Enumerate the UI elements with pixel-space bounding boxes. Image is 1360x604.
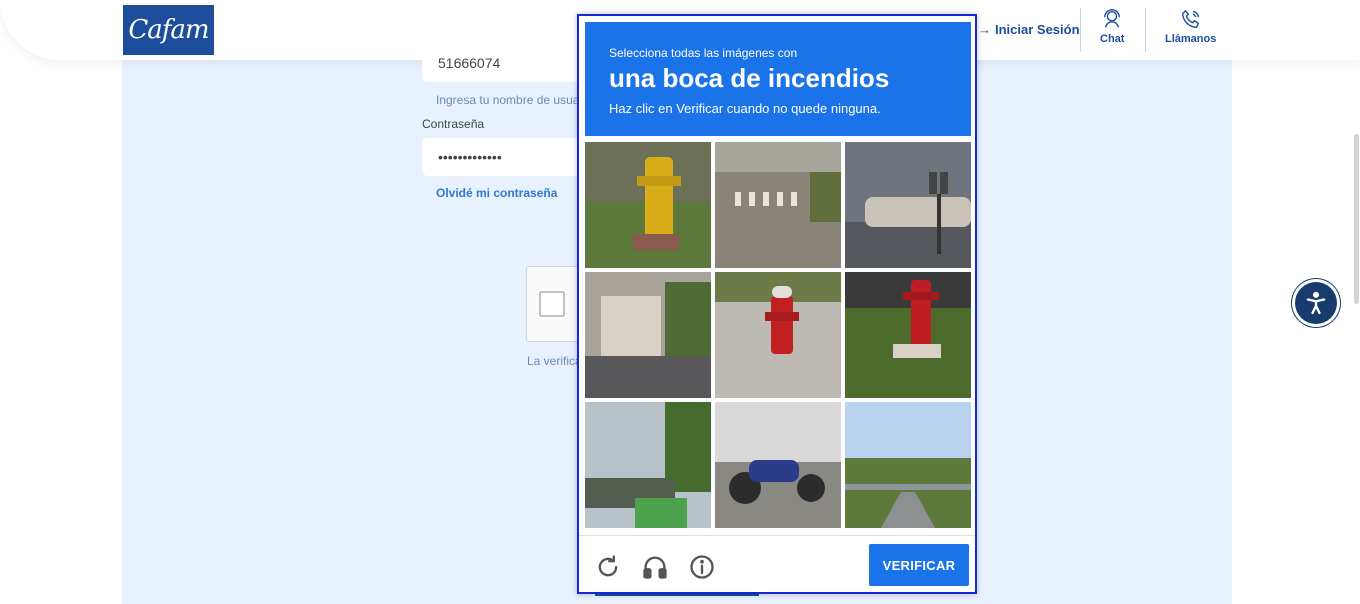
chat-button[interactable]: Chat xyxy=(1100,8,1124,45)
challenge-footer-divider xyxy=(579,535,975,536)
red-hydrant-grass-image xyxy=(845,272,971,398)
headphones-icon[interactable] xyxy=(641,553,669,581)
crosswalk-image xyxy=(715,142,841,268)
username-hint: Ingresa tu nombre de usua xyxy=(436,93,580,107)
info-icon[interactable] xyxy=(688,553,716,581)
call-button[interactable]: Llámanos xyxy=(1165,8,1216,45)
submit-underline xyxy=(595,594,759,596)
phone-icon xyxy=(1181,9,1199,28)
challenge-instruction-top: Selecciona todas las imágenes con xyxy=(609,46,798,60)
challenge-tile[interactable] xyxy=(715,272,841,398)
red-hydrant-sidewalk-image xyxy=(715,272,841,398)
recaptcha-checkbox[interactable] xyxy=(539,291,565,317)
header-divider xyxy=(1080,8,1081,52)
login-arrow-icon: → xyxy=(978,22,991,37)
forgot-password-link[interactable]: Olvidé mi contraseña xyxy=(436,186,557,200)
login-label: Iniciar Sesión xyxy=(995,22,1080,37)
challenge-tile[interactable] xyxy=(845,142,971,268)
motorcycle-image xyxy=(715,402,841,528)
accessibility-icon xyxy=(1306,291,1326,315)
verify-button[interactable]: VERIFICAR xyxy=(869,544,969,586)
recaptcha-note: La verifica xyxy=(527,354,582,368)
challenge-tile[interactable] xyxy=(715,402,841,528)
yellow-hydrant-image xyxy=(585,142,711,268)
reload-icon[interactable] xyxy=(594,553,622,581)
chat-agent-icon xyxy=(1104,9,1121,28)
username-field[interactable]: 51666074 xyxy=(422,44,592,82)
challenge-tile[interactable] xyxy=(715,142,841,268)
highway-image xyxy=(845,402,971,528)
challenge-tile[interactable] xyxy=(845,402,971,528)
page-scrollbar[interactable] xyxy=(1354,134,1359,304)
street-buildings-image xyxy=(585,272,711,398)
header-divider xyxy=(1145,8,1146,52)
challenge-banner: Selecciona todas las imágenes con una bo… xyxy=(585,22,971,136)
accessibility-button[interactable] xyxy=(1292,279,1340,327)
chat-label: Chat xyxy=(1100,33,1125,45)
challenge-instruction-bottom: Haz clic en Verificar cuando no quede ni… xyxy=(609,101,881,116)
challenge-tile[interactable] xyxy=(585,142,711,268)
call-label: Llámanos xyxy=(1165,33,1217,45)
challenge-tile[interactable] xyxy=(845,272,971,398)
recaptcha-challenge: Selecciona todas las imágenes con una bo… xyxy=(577,14,977,594)
challenge-target: una boca de incendios xyxy=(609,63,890,93)
street-trees-image xyxy=(585,402,711,528)
challenge-tile[interactable] xyxy=(585,272,711,398)
password-field[interactable]: ••••••••••••• xyxy=(422,138,592,176)
login-link[interactable]: → Iniciar Sesión xyxy=(978,22,1080,37)
parking-meter-image xyxy=(845,142,971,268)
password-label: Contraseña xyxy=(422,117,485,131)
cafam-logo[interactable]: Cafam xyxy=(123,5,214,55)
challenge-tile[interactable] xyxy=(585,402,711,528)
